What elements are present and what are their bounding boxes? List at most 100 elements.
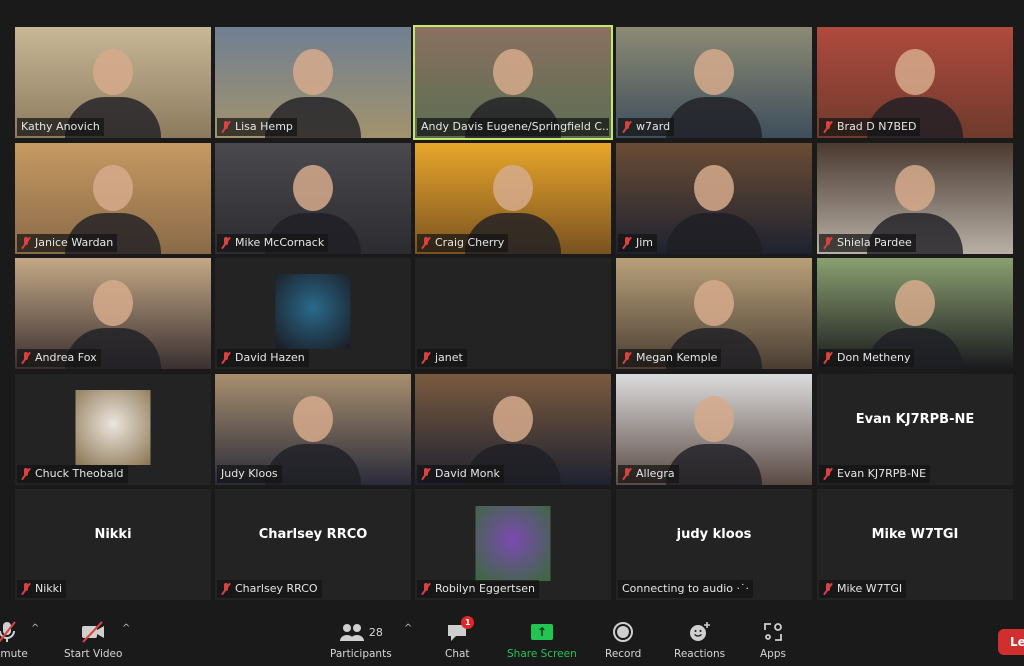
participant-tile[interactable]: Evan KJ7RPB-NE Evan KJ7RPB-NE bbox=[817, 374, 1013, 485]
participant-nameplate: Judy Kloos bbox=[217, 465, 282, 483]
participant-tile[interactable]: Don Metheny bbox=[817, 258, 1013, 369]
participant-name: Mike W7TGI bbox=[837, 582, 903, 595]
participant-tile[interactable]: Andy Davis Eugene/Springfield C... bbox=[413, 25, 613, 140]
profile-picture bbox=[475, 506, 551, 581]
zoom-meeting-window: Kathy Anovich Lisa Hemp Andy Davis Eugene/… bbox=[0, 0, 1024, 666]
mic-muted-icon bbox=[221, 121, 231, 133]
record-icon bbox=[612, 620, 634, 644]
reactions-icon bbox=[688, 620, 712, 644]
record-label: Record bbox=[605, 648, 642, 660]
participant-tile[interactable]: janet bbox=[415, 258, 611, 369]
reactions-button[interactable]: Reactions bbox=[674, 620, 725, 660]
person-silhouette bbox=[293, 396, 333, 442]
apps-label: Apps bbox=[760, 648, 786, 660]
participants-button[interactable]: 28 Participants bbox=[330, 620, 392, 660]
mic-muted-icon bbox=[823, 468, 833, 480]
participant-nameplate: Andy Davis Eugene/Springfield C... bbox=[417, 118, 609, 136]
participant-display-name: Nikki bbox=[94, 527, 132, 542]
participant-tile[interactable]: Craig Cherry bbox=[415, 143, 611, 254]
participant-tile[interactable]: David Monk bbox=[415, 374, 611, 485]
participant-tile[interactable]: Brad D N7BED bbox=[817, 27, 1013, 138]
mic-muted-icon bbox=[622, 352, 632, 364]
apps-button[interactable]: Apps bbox=[760, 620, 786, 660]
participant-tile[interactable]: Kathy Anovich bbox=[15, 27, 211, 138]
participant-name: Brad D N7BED bbox=[837, 120, 917, 133]
participant-tile[interactable]: Mike W7TGI Mike W7TGI bbox=[817, 489, 1013, 600]
participant-name: Nikki bbox=[35, 582, 63, 595]
mic-muted-icon bbox=[221, 583, 231, 595]
participant-tile[interactable]: Megan Kemple bbox=[616, 258, 812, 369]
participant-tile[interactable]: Andrea Fox bbox=[15, 258, 211, 369]
leave-button[interactable]: Leave bbox=[998, 629, 1024, 655]
participants-count: 28 bbox=[368, 625, 383, 639]
person-silhouette bbox=[694, 165, 734, 211]
share-screen-icon: ↑ bbox=[530, 624, 553, 640]
participant-nameplate: Don Metheny bbox=[819, 349, 915, 367]
mic-muted-icon bbox=[0, 620, 18, 644]
unmute-button[interactable]: Unmute bbox=[0, 620, 28, 660]
person-silhouette bbox=[493, 396, 533, 442]
participant-display-name: judy kloos bbox=[676, 527, 752, 542]
participant-tile[interactable]: Nikki Nikki bbox=[15, 489, 211, 600]
participant-tile[interactable]: Lisa Hemp bbox=[215, 27, 411, 138]
mic-muted-icon bbox=[221, 352, 231, 364]
participant-nameplate: janet bbox=[417, 349, 467, 367]
participant-nameplate: Mike McCornack bbox=[217, 234, 329, 252]
gallery-view: Kathy Anovich Lisa Hemp Andy Davis Eugene/… bbox=[15, 25, 1013, 600]
participant-name: David Hazen bbox=[235, 351, 305, 364]
person-silhouette bbox=[493, 165, 533, 211]
person-silhouette bbox=[93, 49, 133, 95]
share-screen-button[interactable]: ↑ Share Screen bbox=[507, 620, 577, 660]
participant-tile[interactable]: Robilyn Eggertsen bbox=[415, 489, 611, 600]
person-silhouette bbox=[694, 396, 734, 442]
start-video-label: Start Video bbox=[64, 648, 123, 660]
participant-tile[interactable]: Shiela Pardee bbox=[817, 143, 1013, 254]
reactions-label: Reactions bbox=[674, 648, 726, 660]
person-shoulders bbox=[666, 444, 762, 485]
participant-nameplate: David Monk bbox=[417, 465, 504, 483]
participant-nameplate: Charlsey RRCO bbox=[217, 580, 322, 598]
participant-name: David Monk bbox=[435, 467, 500, 480]
audio-options-caret[interactable]: ^ bbox=[31, 623, 39, 634]
share-screen-label: Share Screen bbox=[507, 648, 577, 660]
chat-button[interactable]: 1 Chat bbox=[445, 616, 475, 660]
participant-tile[interactable]: David Hazen bbox=[215, 258, 411, 369]
participant-tile[interactable]: Janice Wardan bbox=[15, 143, 211, 254]
mic-muted-icon bbox=[823, 237, 833, 249]
person-silhouette bbox=[93, 280, 133, 326]
participant-nameplate: Kathy Anovich bbox=[17, 118, 104, 136]
mic-muted-icon bbox=[823, 352, 833, 364]
participant-name: Craig Cherry bbox=[435, 236, 505, 249]
participant-name: Mike McCornack bbox=[235, 236, 325, 249]
mic-muted-icon bbox=[622, 237, 632, 249]
mic-muted-icon bbox=[622, 121, 632, 133]
video-off-icon bbox=[80, 620, 106, 644]
meeting-toolbar: Unmute ^ Start Video ^ 28 Participants ^… bbox=[0, 605, 1024, 666]
participant-name: Jim bbox=[636, 236, 654, 249]
participant-tile[interactable]: Mike McCornack bbox=[215, 143, 411, 254]
person-silhouette bbox=[895, 49, 935, 95]
participant-nameplate: Janice Wardan bbox=[17, 234, 118, 252]
start-video-button[interactable]: Start Video bbox=[64, 620, 122, 660]
participants-label: Participants bbox=[330, 648, 392, 660]
participant-tile[interactable]: Chuck Theobald bbox=[15, 374, 211, 485]
unmute-label: Unmute bbox=[0, 648, 28, 660]
participant-tile[interactable]: w7ard bbox=[616, 27, 812, 138]
mic-muted-icon bbox=[421, 352, 431, 364]
chat-label: Chat bbox=[445, 648, 470, 660]
participant-tile[interactable]: judy kloos Connecting to audio ·˙· bbox=[616, 489, 812, 600]
participants-options-caret[interactable]: ^ bbox=[404, 623, 412, 634]
participant-nameplate: Lisa Hemp bbox=[217, 118, 297, 136]
participant-tile[interactable]: Judy Kloos bbox=[215, 374, 411, 485]
mic-muted-icon bbox=[21, 583, 31, 595]
mic-muted-icon bbox=[21, 468, 31, 480]
participant-tile[interactable]: Jim bbox=[616, 143, 812, 254]
record-button[interactable]: Record bbox=[605, 620, 641, 660]
participant-nameplate: Megan Kemple bbox=[618, 349, 722, 367]
profile-picture bbox=[75, 390, 151, 465]
mic-muted-icon bbox=[421, 583, 431, 595]
mic-muted-icon bbox=[421, 468, 431, 480]
participant-tile[interactable]: Charlsey RRCO Charlsey RRCO bbox=[215, 489, 411, 600]
participant-tile[interactable]: Allegra bbox=[616, 374, 812, 485]
video-options-caret[interactable]: ^ bbox=[122, 623, 130, 634]
